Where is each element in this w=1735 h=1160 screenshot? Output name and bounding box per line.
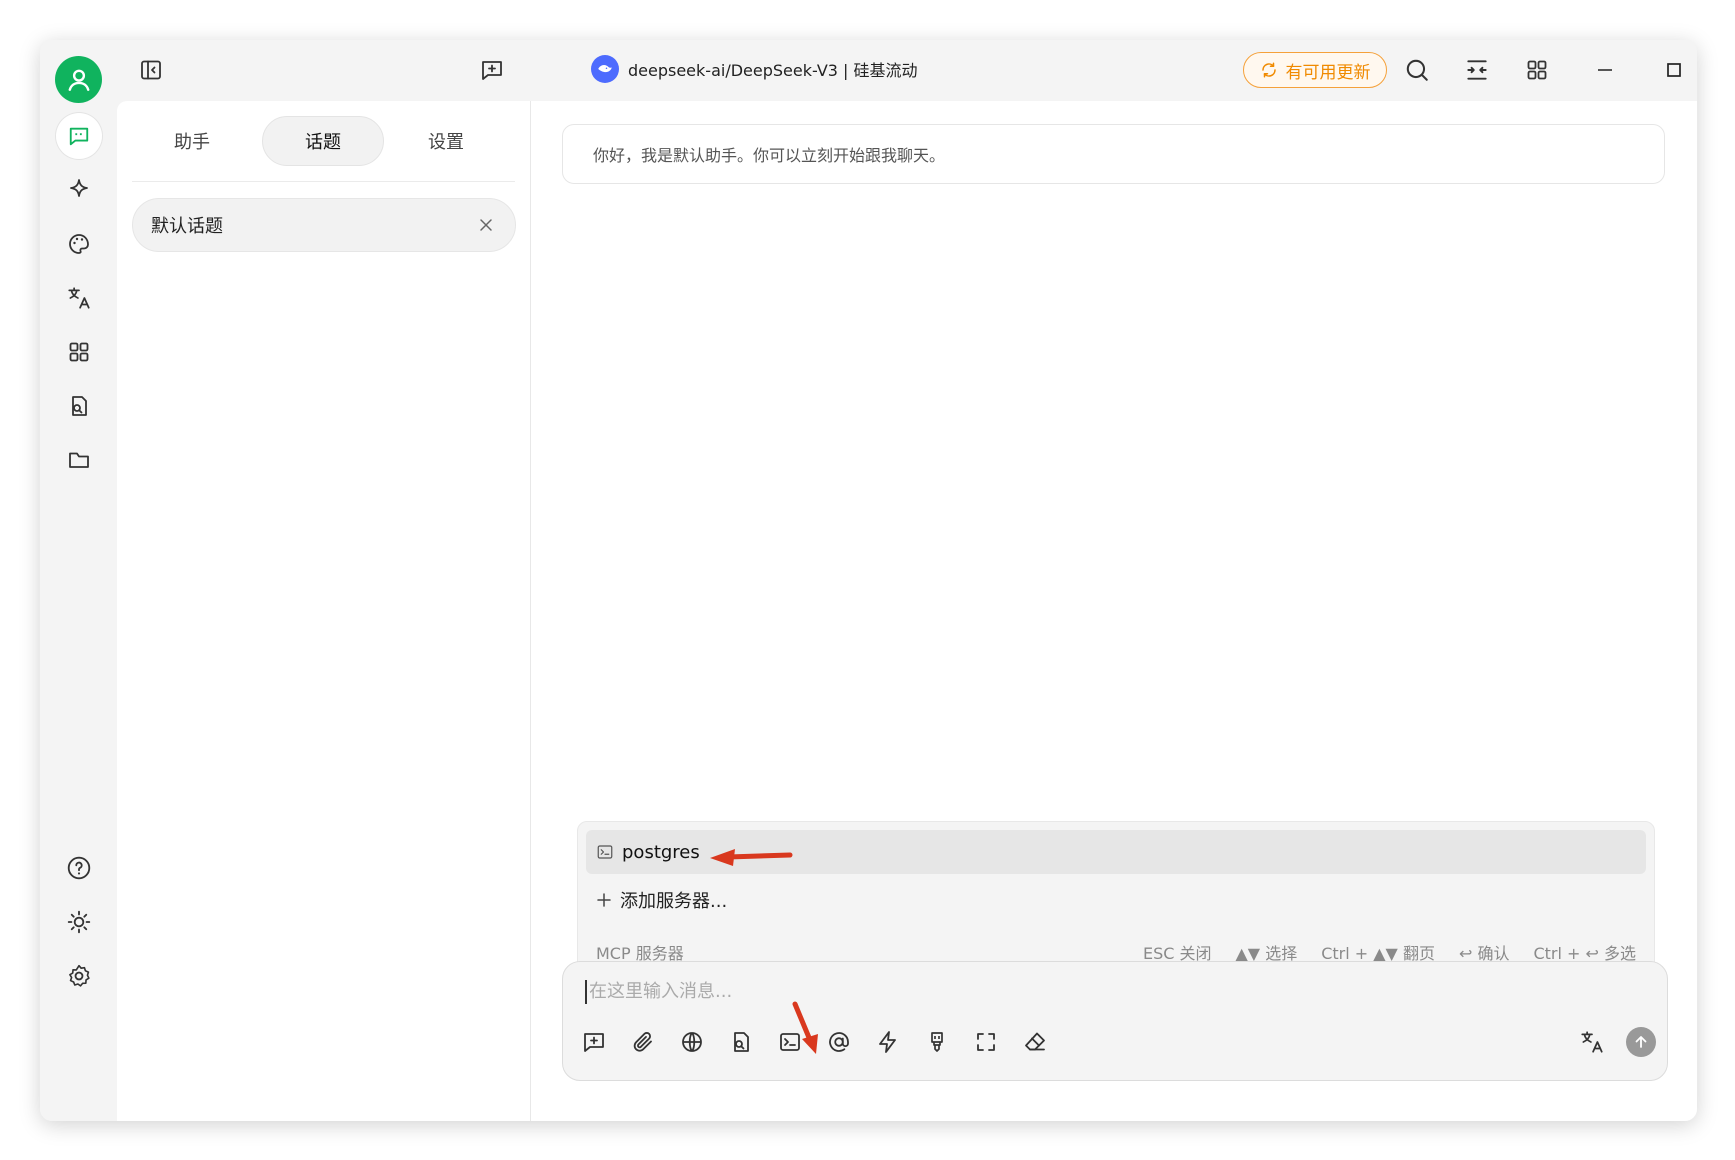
palette-icon bbox=[69, 234, 89, 254]
whale-icon bbox=[598, 64, 612, 73]
mcp-terminal-icon bbox=[780, 1033, 800, 1051]
clear-context-icon bbox=[931, 1032, 943, 1052]
file-search-icon bbox=[72, 396, 87, 416]
deepseek-logo bbox=[591, 55, 619, 83]
maximize-button[interactable] bbox=[1656, 52, 1692, 88]
rail-chat-button[interactable] bbox=[56, 113, 102, 159]
sidebar-collapse-icon bbox=[141, 60, 161, 80]
update-available-button[interactable]: 有可用更新 bbox=[1243, 52, 1387, 88]
tab-settings[interactable]: 设置 bbox=[391, 116, 501, 166]
send-icon bbox=[1635, 1036, 1647, 1048]
rail-help-button[interactable] bbox=[56, 845, 102, 891]
translate-icon bbox=[1581, 1031, 1603, 1053]
search-icon bbox=[1406, 59, 1428, 81]
knowledge-base-button[interactable] bbox=[724, 1025, 758, 1059]
tab-topics[interactable]: 话题 bbox=[262, 116, 384, 166]
sun-icon bbox=[67, 910, 91, 934]
settings-icon bbox=[69, 964, 90, 987]
rail-paint-button[interactable] bbox=[56, 221, 102, 267]
rail-settings-button[interactable] bbox=[56, 953, 102, 999]
knowledge-base-icon bbox=[734, 1032, 749, 1052]
add-server-label: 添加服务器... bbox=[620, 891, 728, 912]
mcp-server-label: postgres bbox=[622, 841, 700, 863]
web-search-button[interactable] bbox=[675, 1025, 709, 1059]
eraser-icon bbox=[1025, 1032, 1045, 1051]
close-icon bbox=[480, 219, 492, 231]
maximize-icon bbox=[1667, 63, 1681, 77]
chat-icon bbox=[69, 127, 89, 146]
clear-context-button[interactable] bbox=[920, 1025, 954, 1059]
topic-label: 默认话题 bbox=[151, 216, 223, 237]
mention-model-button[interactable] bbox=[822, 1025, 856, 1059]
mini-apps-button[interactable] bbox=[1519, 52, 1555, 88]
user-avatar[interactable] bbox=[55, 56, 102, 103]
panel-divider bbox=[132, 181, 515, 182]
chat-area: 你好，我是默认助手。你可以立刻开始跟我聊天。 postgres 添加服务器...… bbox=[531, 101, 1697, 1121]
minimize-button[interactable] bbox=[1587, 52, 1623, 88]
mcp-server-popup: postgres 添加服务器... MCP 服务器 ESC 关闭 ▲▼ 选择 C… bbox=[577, 821, 1655, 981]
model-title[interactable]: deepseek-ai/DeepSeek-V3 | 硅基流动 bbox=[628, 57, 918, 81]
refresh-icon bbox=[1261, 62, 1276, 78]
rail-translate-button[interactable] bbox=[56, 275, 102, 321]
mention-icon bbox=[829, 1032, 849, 1052]
narrow-mode-icon bbox=[1467, 60, 1487, 80]
fullscreen-button[interactable] bbox=[969, 1025, 1003, 1059]
new-topic-icon bbox=[584, 1033, 604, 1052]
send-button[interactable] bbox=[1626, 1027, 1656, 1057]
translate-input-button[interactable] bbox=[1575, 1025, 1609, 1059]
translate-icon bbox=[68, 287, 90, 309]
fullscreen-icon bbox=[977, 1033, 995, 1051]
rail-agents-button[interactable] bbox=[56, 167, 102, 213]
rail-theme-button[interactable] bbox=[56, 899, 102, 945]
icon-rail bbox=[40, 40, 117, 1121]
rail-apps-button[interactable] bbox=[56, 329, 102, 375]
new-chat-icon bbox=[482, 61, 502, 80]
attachment-icon bbox=[633, 1032, 652, 1052]
app-window: deepseek-ai/DeepSeek-V3 | 硅基流动 有可用更新 助手 … bbox=[40, 40, 1697, 1121]
message-input-box: 在这里输入消息... bbox=[562, 961, 1668, 1081]
search-button[interactable] bbox=[1399, 52, 1435, 88]
help-icon bbox=[67, 856, 91, 880]
minimize-icon bbox=[1598, 69, 1612, 71]
tab-assistant[interactable]: 助手 bbox=[137, 116, 247, 166]
add-server-button[interactable]: 添加服务器... bbox=[596, 884, 727, 916]
plus-icon bbox=[597, 893, 611, 907]
quick-phrase-button[interactable] bbox=[871, 1025, 905, 1059]
new-topic-button[interactable] bbox=[577, 1025, 611, 1059]
topics-panel: 助手 话题 设置 默认话题 bbox=[117, 101, 531, 1121]
web-search-icon bbox=[682, 1032, 702, 1052]
narrow-mode-button[interactable] bbox=[1459, 52, 1495, 88]
mcp-server-button[interactable] bbox=[773, 1025, 807, 1059]
topic-item[interactable]: 默认话题 bbox=[132, 198, 516, 252]
clear-messages-button[interactable] bbox=[1018, 1025, 1052, 1059]
rail-knowledge-button[interactable] bbox=[56, 383, 102, 429]
user-icon bbox=[68, 69, 89, 91]
topic-delete-button[interactable] bbox=[475, 214, 497, 236]
sparkle-icon bbox=[70, 179, 88, 197]
update-label: 有可用更新 bbox=[1285, 62, 1371, 83]
title-bar: deepseek-ai/DeepSeek-V3 | 硅基流动 有可用更新 bbox=[117, 40, 1697, 101]
message-input[interactable]: 在这里输入消息... bbox=[585, 980, 732, 1004]
toggle-sidebar-button[interactable] bbox=[133, 52, 169, 88]
quick-phrase-icon bbox=[879, 1031, 896, 1053]
attachment-button[interactable] bbox=[626, 1025, 660, 1059]
welcome-message: 你好，我是默认助手。你可以立刻开始跟我聊天。 bbox=[562, 124, 1665, 184]
mcp-server-item[interactable]: postgres bbox=[586, 830, 1646, 874]
new-topic-title-button[interactable] bbox=[474, 52, 510, 88]
folder-icon bbox=[69, 452, 89, 468]
terminal-icon bbox=[597, 845, 613, 859]
rail-files-button[interactable] bbox=[56, 437, 102, 483]
grid-icon bbox=[1527, 60, 1547, 80]
apps-icon bbox=[69, 342, 89, 362]
